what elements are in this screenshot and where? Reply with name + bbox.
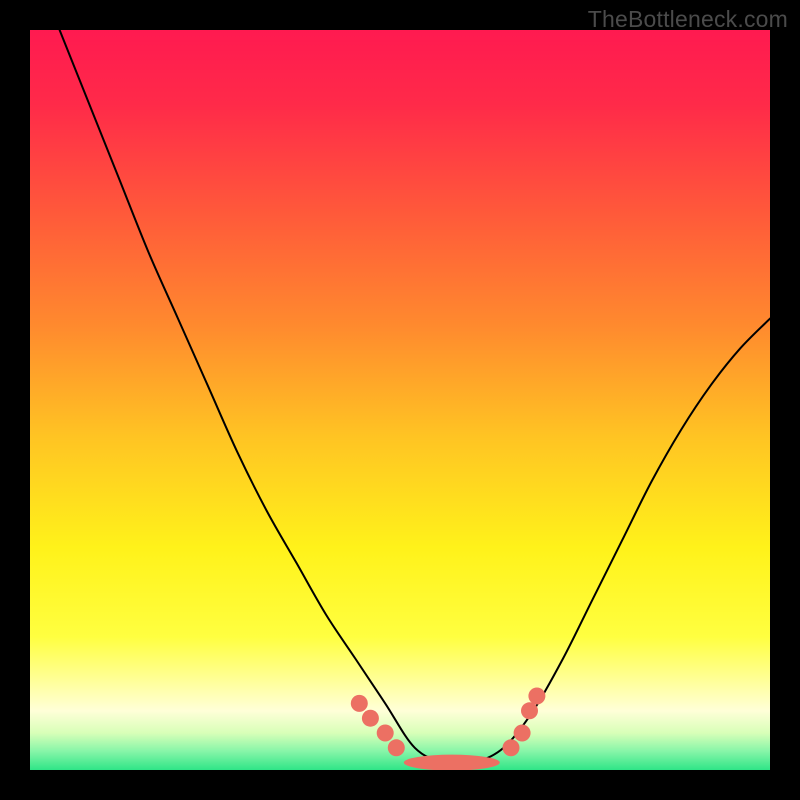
curve-marker [521,702,538,719]
curve-marker [514,725,531,742]
valley-marker [404,755,500,770]
curve-marker [528,688,545,705]
curve-marker [503,739,520,756]
chart-frame: TheBottleneck.com [0,0,800,800]
curve-markers [30,30,770,770]
curve-marker [388,739,405,756]
curve-marker [362,710,379,727]
curve-marker [377,725,394,742]
plot-area [30,30,770,770]
curve-marker [351,695,368,712]
watermark-text: TheBottleneck.com [588,6,788,33]
